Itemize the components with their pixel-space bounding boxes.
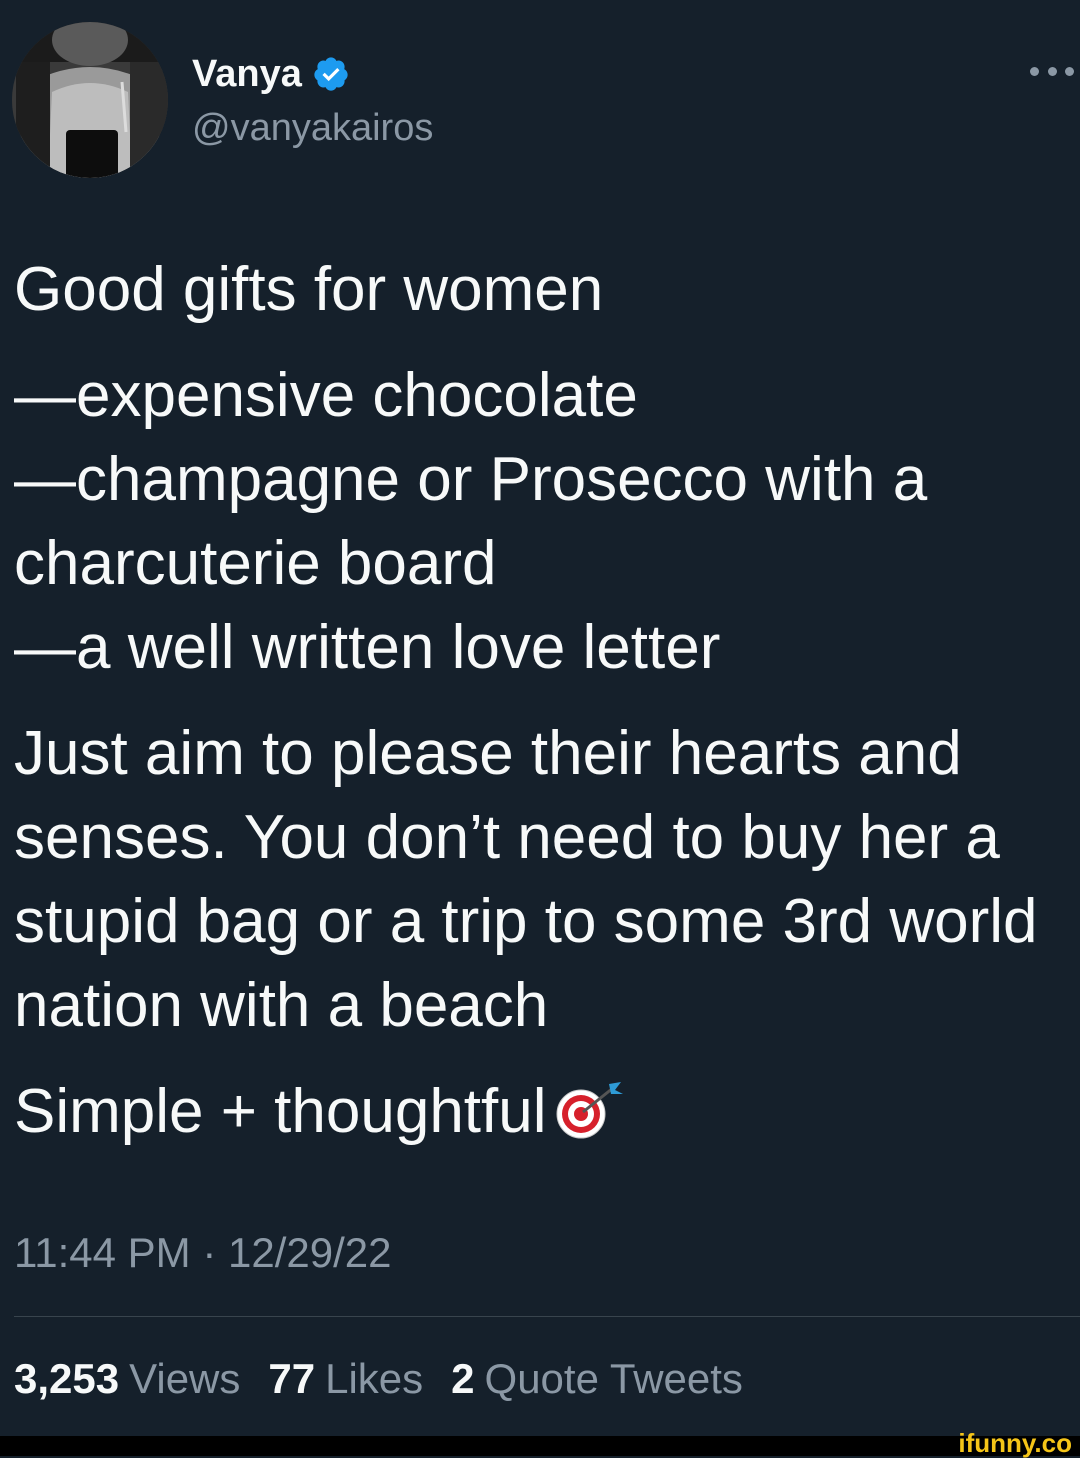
footer-bar	[0, 1436, 1080, 1456]
tweet-card: Vanya @vanyakairos Good gifts for women …	[0, 0, 1080, 1436]
tweet-closing-line: Simple + thoughtful	[14, 1070, 1074, 1162]
avatar[interactable]	[12, 22, 168, 178]
quotes-label: Quote Tweets	[484, 1355, 743, 1402]
avatar-image	[12, 22, 168, 178]
views-label: Views	[129, 1355, 241, 1402]
more-options-icon[interactable]	[1030, 56, 1074, 86]
list-item: —expensive chocolate	[14, 361, 638, 430]
divider	[14, 1316, 1080, 1317]
user-handle[interactable]: @vanyakairos	[192, 106, 433, 150]
quotes-count: 2	[451, 1355, 475, 1402]
list-item: —champagne or Prosecco with a charcuteri…	[14, 445, 928, 598]
display-name-text: Vanya	[192, 53, 302, 95]
likes-stat[interactable]: 77 Likes	[268, 1354, 423, 1404]
tweet-text: Good gifts for women —expensive chocolat…	[14, 248, 1074, 1162]
quotes-stat[interactable]: 2 Quote Tweets	[451, 1354, 743, 1404]
likes-count: 77	[268, 1355, 316, 1402]
tweet-closing: Simple + thoughtful	[14, 1077, 547, 1146]
watermark-logo: ifunny.co	[958, 1428, 1072, 1458]
tweet-headline: Good gifts for women	[14, 255, 604, 324]
direct-hit-target-icon	[553, 1078, 625, 1162]
list-item: —a well written love letter	[14, 613, 721, 682]
likes-label: Likes	[325, 1355, 424, 1402]
views-count: 3,253	[14, 1355, 120, 1402]
display-name[interactable]: Vanya	[192, 52, 350, 96]
tweet-stats: 3,253 Views 77 Likes 2 Quote Tweets	[14, 1354, 743, 1404]
views-stat[interactable]: 3,253 Views	[14, 1354, 240, 1404]
tweet-paragraph: Just aim to please their hearts and sens…	[14, 719, 1038, 1040]
tweet-timestamp[interactable]: 11:44 PM · 12/29/22	[14, 1228, 391, 1278]
verified-badge-icon	[312, 55, 350, 93]
